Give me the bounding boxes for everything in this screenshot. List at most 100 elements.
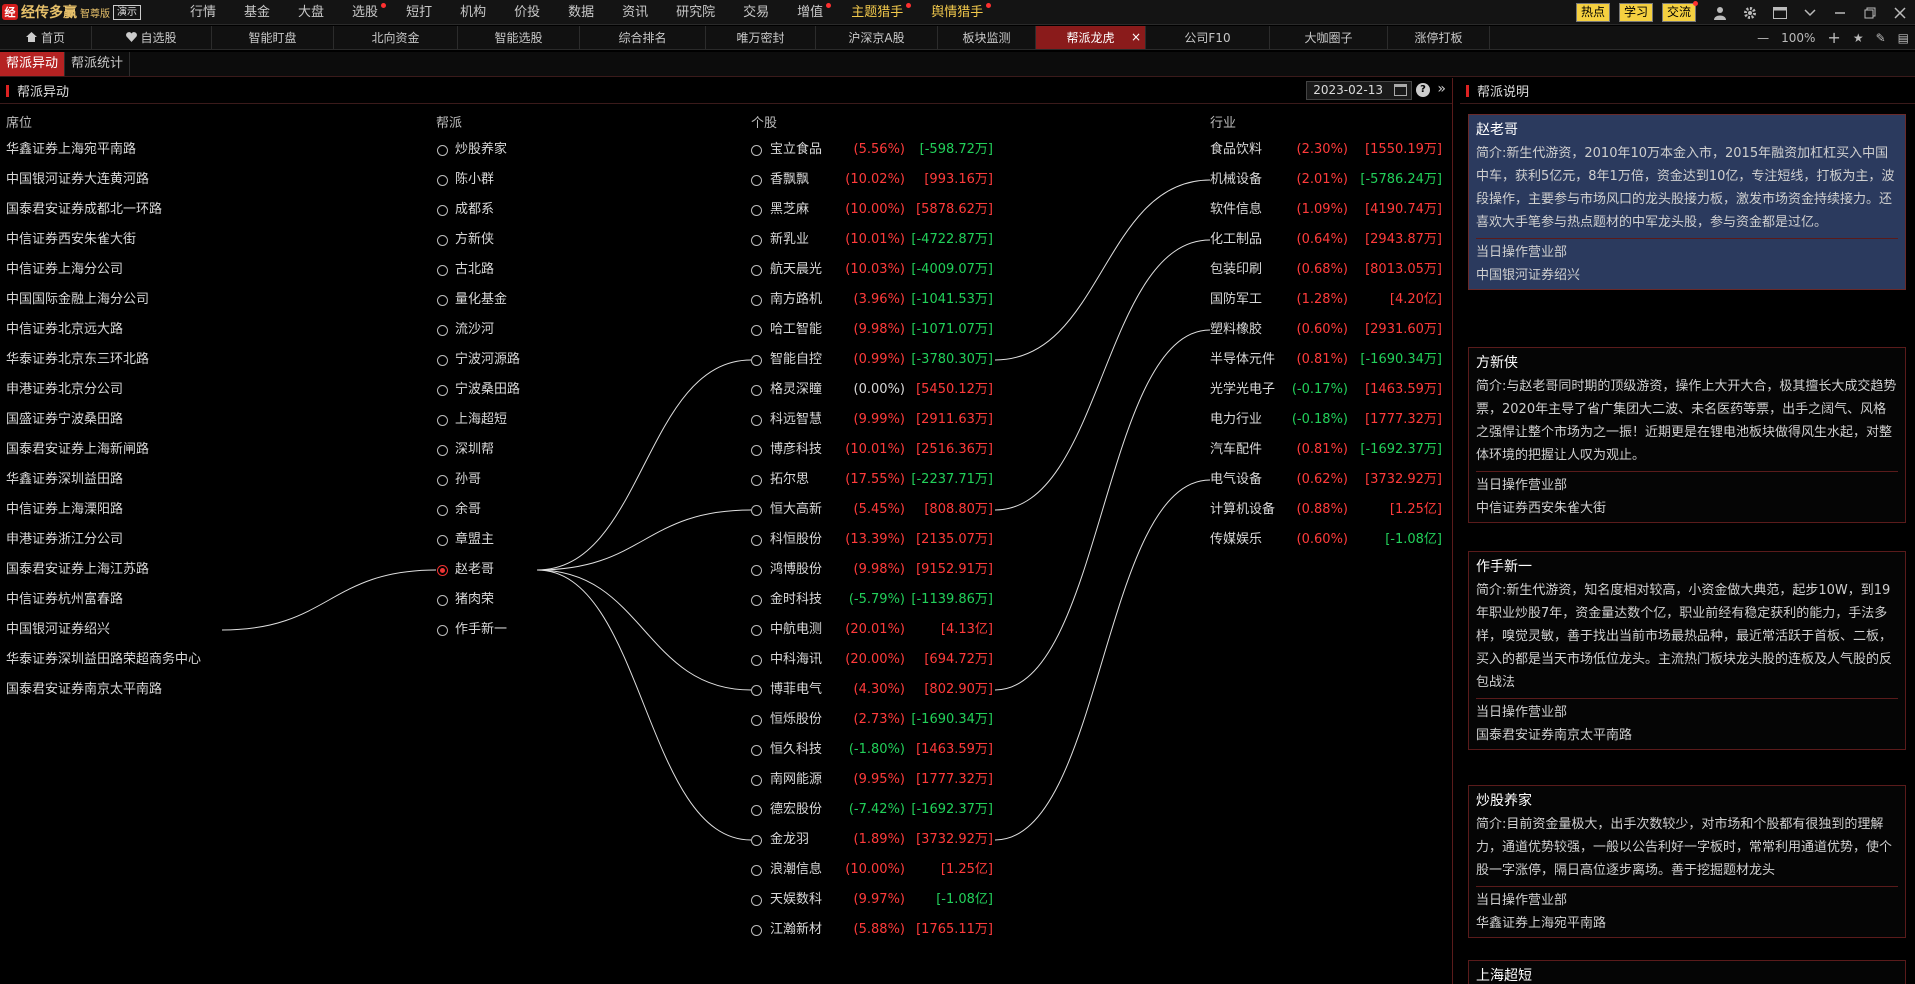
layout-icon[interactable]: ▤	[1898, 31, 1909, 45]
stock-radio[interactable]	[751, 625, 762, 636]
menu-item[interactable]: 行情	[176, 0, 230, 25]
gang-radio[interactable]	[437, 625, 448, 636]
stock-item[interactable]: 鸿博股份 (9.98%) [9152.91万]	[751, 560, 1001, 580]
zoom-in-button[interactable]: +	[1827, 28, 1840, 47]
hot-button[interactable]: 热点	[1575, 3, 1610, 22]
stock-radio[interactable]	[751, 925, 762, 936]
menu-item[interactable]: 增值	[783, 0, 837, 25]
gang-item[interactable]: 赵老哥	[437, 560, 597, 580]
gang-item[interactable]: 猪肉荣	[437, 590, 597, 610]
menu-item[interactable]: 交易	[729, 0, 783, 25]
gang-radio[interactable]	[437, 415, 448, 426]
menu-item[interactable]: 数据	[554, 0, 608, 25]
tab-item[interactable]: 大咖圈子	[1270, 26, 1388, 49]
settings-icon[interactable]	[1740, 3, 1760, 23]
industry-item[interactable]: 计算机设备 (0.88%) [1.25亿]	[1210, 500, 1445, 520]
gang-card[interactable]: 作手新一 简介:新生代游资，知名度相对较高，小资金做大典范，起步10W，到19年职…	[1468, 551, 1906, 750]
gang-radio[interactable]	[437, 355, 448, 366]
seat-item[interactable]: 国泰君安证券成都北一环路	[6, 200, 162, 220]
industry-item[interactable]: 食品饮料 (2.30%) [1550.19万]	[1210, 140, 1445, 160]
stock-radio[interactable]	[751, 445, 762, 456]
learn-button[interactable]: 学习	[1618, 3, 1653, 22]
gang-item[interactable]: 炒股养家	[437, 140, 597, 160]
menu-item[interactable]: 选股	[338, 0, 392, 25]
stock-item[interactable]: 格灵深瞳 (0.00%) [5450.12万]	[751, 380, 1001, 400]
stock-item[interactable]: 德宏股份 (-7.42%) [-1692.37万]	[751, 800, 1001, 820]
gang-item[interactable]: 陈小群	[437, 170, 597, 190]
gang-item[interactable]: 宁波桑田路	[437, 380, 597, 400]
calendar-icon[interactable]	[1394, 84, 1407, 96]
tab-item[interactable]: 板块监测	[938, 26, 1036, 49]
stock-item[interactable]: 宝立食品 (5.56%) [-598.72万]	[751, 140, 1001, 160]
stock-item[interactable]: 中航电测 (20.01%) [4.13亿]	[751, 620, 1001, 640]
stock-radio[interactable]	[751, 475, 762, 486]
gang-item[interactable]: 量化基金	[437, 290, 597, 310]
industry-item[interactable]: 电气设备 (0.62%) [3732.92万]	[1210, 470, 1445, 490]
zoom-out-button[interactable]: —	[1757, 31, 1769, 45]
stock-item[interactable]: 博菲电气 (4.30%) [802.90万]	[751, 680, 1001, 700]
stock-item[interactable]: 航天晨光 (10.03%) [-4009.07万]	[751, 260, 1001, 280]
industry-item[interactable]: 国防军工 (1.28%) [4.20亿]	[1210, 290, 1445, 310]
gang-item[interactable]: 宁波河源路	[437, 350, 597, 370]
menu-item[interactable]: 大盘	[284, 0, 338, 25]
gang-card[interactable]: 炒股养家 简介:目前资金量极大，出手次数较少，对市场和个股都有很独到的理解力，通道…	[1468, 785, 1906, 938]
stock-radio[interactable]	[751, 715, 762, 726]
tab-item[interactable]: 涨停打板	[1388, 26, 1490, 49]
stock-item[interactable]: 天娱数科 (9.97%) [-1.08亿]	[751, 890, 1001, 910]
subtab-gang-stats[interactable]: 帮派统计	[65, 52, 131, 76]
gang-radio[interactable]	[437, 535, 448, 546]
seat-item[interactable]: 中国银河证券大连黄河路	[6, 170, 149, 190]
seat-item[interactable]: 中信证券上海溧阳路	[6, 500, 123, 520]
stock-radio[interactable]	[751, 685, 762, 696]
gang-radio[interactable]	[437, 205, 448, 216]
tab-item[interactable]: 唯万密封	[706, 26, 816, 49]
menu-item[interactable]: 基金	[230, 0, 284, 25]
stock-radio[interactable]	[751, 145, 762, 156]
gang-radio[interactable]	[437, 235, 448, 246]
stock-item[interactable]: 博彦科技 (10.01%) [2516.36万]	[751, 440, 1001, 460]
window-icon[interactable]	[1770, 3, 1790, 23]
menu-item[interactable]: 主题猎手	[837, 0, 917, 25]
gang-item[interactable]: 方新侠	[437, 230, 597, 250]
gang-radio[interactable]	[437, 595, 448, 606]
stock-item[interactable]: 恒久科技 (-1.80%) [1463.59万]	[751, 740, 1001, 760]
industry-item[interactable]: 化工制品 (0.64%) [2943.87万]	[1210, 230, 1445, 250]
stock-item[interactable]: 浪潮信息 (10.00%) [1.25亿]	[751, 860, 1001, 880]
seat-item[interactable]: 中信证券上海分公司	[6, 260, 123, 280]
stock-radio[interactable]	[751, 205, 762, 216]
seat-item[interactable]: 中信证券杭州富春路	[6, 590, 123, 610]
stock-radio[interactable]	[751, 355, 762, 366]
menu-item[interactable]: 资讯	[608, 0, 662, 25]
seat-item[interactable]: 中国国际金融上海分公司	[6, 290, 149, 310]
restore-icon[interactable]	[1860, 3, 1880, 23]
stock-item[interactable]: 江瀚新材 (5.88%) [1765.11万]	[751, 920, 1001, 940]
seat-item[interactable]: 国盛证券宁波桑田路	[6, 410, 123, 430]
gang-radio[interactable]	[437, 145, 448, 156]
menu-item[interactable]: 机构	[446, 0, 500, 25]
stock-radio[interactable]	[751, 775, 762, 786]
seat-item[interactable]: 国泰君安证券南京太平南路	[6, 680, 162, 700]
user-icon[interactable]	[1710, 3, 1730, 23]
gang-item[interactable]: 余哥	[437, 500, 597, 520]
gang-item[interactable]: 成都系	[437, 200, 597, 220]
gang-item[interactable]: 古北路	[437, 260, 597, 280]
stock-item[interactable]: 黑芝麻 (10.00%) [5878.62万]	[751, 200, 1001, 220]
tab-item[interactable]: 帮派龙虎 ×	[1036, 26, 1146, 49]
tab-item[interactable]: 综合排名	[580, 26, 706, 49]
stock-item[interactable]: 恒烁股份 (2.73%) [-1690.34万]	[751, 710, 1001, 730]
seat-item[interactable]: 申港证券浙江分公司	[6, 530, 123, 550]
stock-radio[interactable]	[751, 655, 762, 666]
stock-item[interactable]: 科远智慧 (9.99%) [2911.63万]	[751, 410, 1001, 430]
tab-item[interactable]: 智能选股	[458, 26, 580, 49]
star-icon[interactable]: ★	[1853, 31, 1864, 45]
stock-radio[interactable]	[751, 805, 762, 816]
stock-item[interactable]: 恒大高新 (5.45%) [808.80万]	[751, 500, 1001, 520]
minimize-icon[interactable]	[1830, 3, 1850, 23]
gang-card[interactable]: 赵老哥 简介:新生代游资，2010年10万本金入市，2015年融资加杠杠买入中国中…	[1468, 114, 1906, 290]
gang-item[interactable]: 孙哥	[437, 470, 597, 490]
collapse-icon[interactable]: »	[1437, 81, 1446, 97]
stock-radio[interactable]	[751, 895, 762, 906]
gang-item[interactable]: 作手新一	[437, 620, 597, 640]
gang-item[interactable]: 上海超短	[437, 410, 597, 430]
tab-item[interactable]: 沪深京A股	[816, 26, 938, 49]
